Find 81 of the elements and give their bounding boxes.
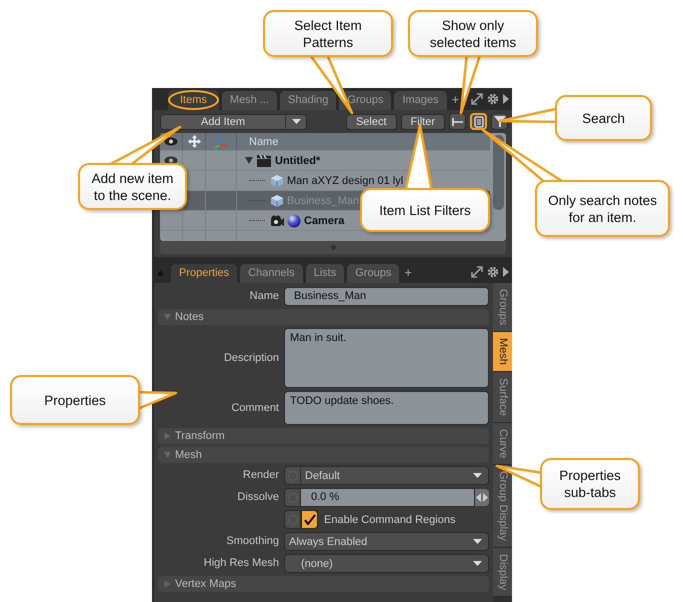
field-label: High Res Mesh	[202, 556, 279, 571]
item-name[interactable]: Man aXYZ design 01 lyl	[287, 174, 404, 186]
expand-triangle-icon	[164, 314, 171, 320]
callout: Add new item to the scene.	[78, 163, 187, 210]
bar-icon	[452, 116, 464, 126]
properties-tab[interactable]: Properties	[171, 264, 238, 283]
arrow-right-icon[interactable]	[503, 267, 509, 277]
notes-icon	[474, 116, 484, 128]
move-icon[interactable]	[188, 135, 200, 148]
section-header[interactable]: Notes	[158, 309, 489, 325]
expand-icon[interactable]	[471, 266, 483, 278]
caret-icon	[473, 561, 482, 566]
callout: Item List Filters	[360, 188, 490, 232]
add-item-button[interactable]: Add Item	[160, 114, 307, 130]
description-field[interactable]: Man in suit.	[284, 328, 489, 388]
arrow-right-icon[interactable]	[503, 94, 509, 104]
expand-triangle-icon	[164, 580, 170, 588]
notes-button[interactable]	[470, 113, 487, 130]
clapperboard-icon	[256, 154, 272, 167]
side-tab[interactable]: Mesh	[493, 332, 512, 372]
panel-tab[interactable]: Items	[168, 90, 219, 110]
panel-tab[interactable]: Mesh ...	[222, 91, 278, 110]
checkbox[interactable]	[301, 510, 318, 529]
caret-icon	[473, 539, 482, 544]
caret-icon	[292, 119, 300, 124]
eye-icon[interactable]	[164, 137, 178, 146]
section-header[interactable]: Vertex Maps	[158, 576, 489, 592]
dropdown[interactable]: Always Enabled	[284, 532, 489, 551]
properties-tab[interactable]: Groups	[347, 264, 400, 283]
side-tab[interactable]: Group Display	[493, 465, 512, 548]
section-header[interactable]: Transform	[158, 428, 489, 444]
expand-triangle-icon	[164, 452, 171, 458]
properties-tab[interactable]: Lists	[306, 264, 344, 283]
expand-triangle-icon	[164, 432, 170, 440]
scrollbar[interactable]	[493, 135, 504, 210]
field-label: Name	[248, 289, 279, 304]
camera-icon	[270, 214, 284, 226]
add-tab-button[interactable]: +	[402, 266, 414, 283]
cube-icon	[270, 174, 284, 188]
gear-icon[interactable]	[487, 93, 499, 105]
column-header[interactable]: Name	[237, 136, 278, 148]
field-label: Dissolve	[236, 490, 279, 505]
item-name[interactable]: Untitled*	[275, 154, 320, 166]
properties-tab[interactable]: Channels	[240, 264, 303, 283]
callout: Show only selected items	[408, 10, 538, 57]
panel-tab[interactable]: Shading	[280, 91, 336, 110]
field-label: Render	[242, 468, 279, 483]
comment-field[interactable]: TODO update shoes.	[284, 391, 489, 425]
item-name[interactable]: Camera	[304, 214, 344, 226]
field-label: Description	[222, 351, 279, 366]
callout: Select Item Patterns	[263, 10, 393, 57]
show-selected-button[interactable]	[449, 113, 466, 130]
dropdown[interactable]: Default	[284, 466, 489, 485]
checkbox-label[interactable]: Enable Command Regions	[318, 514, 456, 526]
expand-triangle-icon[interactable]	[245, 157, 253, 164]
select-button[interactable]: Select	[346, 114, 397, 130]
name-field[interactable]: Business_Man	[284, 287, 489, 306]
field-label: Smoothing	[225, 534, 279, 549]
callout: Only search notes for an item.	[535, 180, 670, 237]
caret-icon	[473, 473, 482, 478]
callout: Search	[555, 95, 652, 141]
add-tab-button[interactable]: +	[450, 93, 462, 110]
gear-icon[interactable]	[487, 266, 499, 278]
side-tab[interactable]: Curve	[493, 422, 512, 466]
sphere-icon	[287, 214, 301, 228]
panel-tab[interactable]: Images	[394, 91, 447, 110]
side-tab[interactable]: Surface	[493, 372, 512, 423]
dropdown[interactable]: (none)	[284, 554, 489, 573]
side-tab[interactable]: Display	[493, 548, 512, 598]
cube-icon	[270, 194, 284, 208]
toggle-button[interactable]	[284, 510, 301, 529]
side-tab[interactable]: Groups	[493, 283, 512, 332]
drag-arrows-icon[interactable]	[475, 489, 489, 506]
section-header[interactable]: Mesh	[158, 447, 489, 463]
callout: Properties	[10, 375, 140, 425]
field-label: Comment	[230, 401, 279, 416]
filter-button[interactable]: Filter	[400, 114, 445, 130]
toggle-button[interactable]	[284, 488, 301, 507]
expand-icon[interactable]	[471, 93, 483, 105]
callout: Properties sub-tabs	[540, 458, 640, 510]
number-field[interactable]: 0.0 %	[301, 488, 475, 507]
